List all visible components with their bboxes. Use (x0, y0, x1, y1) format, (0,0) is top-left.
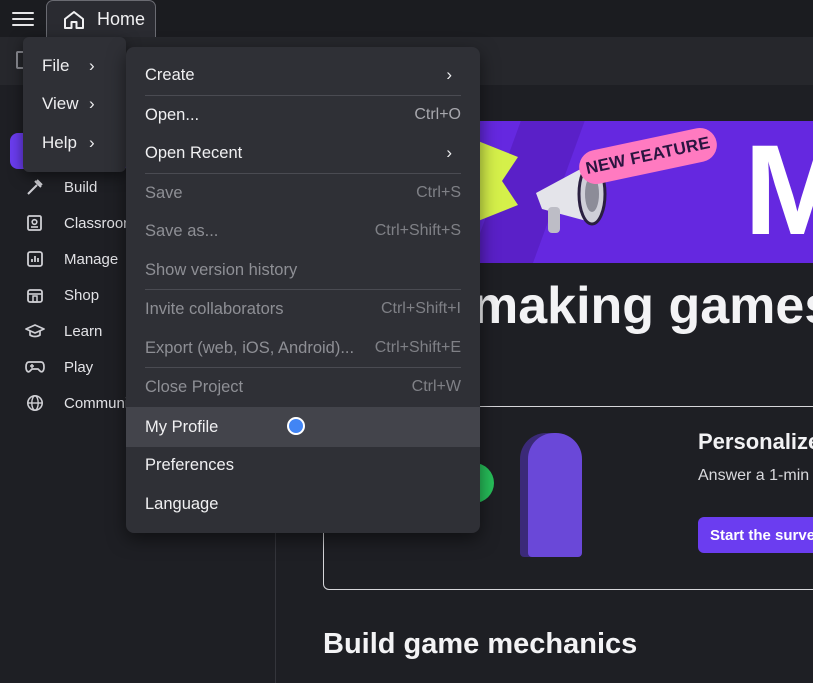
chart-icon (24, 248, 46, 270)
gamepad-icon (24, 356, 46, 378)
menu-item-help[interactable]: Help › (23, 124, 126, 162)
menu-item-label: File (42, 56, 70, 75)
menu-item-create[interactable]: Create › (126, 56, 480, 94)
shortcut-label: Ctrl+O (414, 106, 461, 123)
sidebar-item-play[interactable]: Play (24, 355, 93, 379)
graduation-cap-icon (24, 320, 46, 342)
shortcut-label: Ctrl+S (416, 184, 461, 201)
shortcut-label: Ctrl+Shift+I (380, 300, 461, 317)
classroom-icon (24, 212, 46, 234)
menu-item-label: Open... (145, 105, 200, 124)
menu-item-label: Save as... (145, 221, 219, 240)
menu-item-export[interactable]: Export (web, iOS, Android)... Ctrl+Shift… (126, 329, 480, 367)
sidebar-item-learn[interactable]: Learn (24, 319, 102, 343)
card-description: Answer a 1-min (698, 467, 810, 484)
tab-home-label: Home (97, 9, 146, 29)
shortcut-label: Ctrl+W (411, 378, 461, 395)
sidebar-item-label: Classroom (64, 214, 136, 232)
door-illustration (528, 433, 582, 557)
sidebar-item-label: Build (64, 178, 98, 196)
sidebar-item-build[interactable]: Build (24, 175, 97, 199)
menu-item-my-profile[interactable]: My Profile (126, 407, 480, 447)
menu-item-save-as[interactable]: Save as... Ctrl+Shift+S (126, 212, 480, 250)
chevron-right-icon: › (89, 133, 95, 152)
sidebar-item-community[interactable]: Community (24, 391, 140, 415)
chevron-right-icon: › (446, 65, 452, 84)
menu-item-label: Create (145, 65, 195, 84)
menu-item-view[interactable]: View › (23, 85, 126, 123)
menu-item-file[interactable]: File › (23, 47, 126, 85)
menu-item-label: My Profile (145, 417, 219, 436)
menu-item-label: View (42, 94, 79, 113)
section-heading: Build game mechanics (323, 628, 638, 660)
start-survey-button[interactable]: Start the survey (698, 517, 813, 553)
menu-item-preferences[interactable]: Preferences (126, 446, 480, 484)
menu-item-label: Export (web, iOS, Android)... (145, 338, 355, 357)
globe-icon (24, 392, 46, 414)
menu-item-label: Invite collaborators (145, 299, 284, 318)
menu-item-invite-collaborators[interactable]: Invite collaborators Ctrl+Shift+I (126, 290, 480, 328)
chevron-right-icon: › (446, 143, 452, 162)
menu-item-label: Close Project (145, 377, 244, 396)
sidebar-item-shop[interactable]: Shop (24, 283, 99, 307)
tab-home[interactable]: Home (46, 0, 156, 37)
shortcut-label: Ctrl+Shift+S (374, 222, 461, 239)
sidebar-item-manage[interactable]: Manage (24, 247, 118, 271)
menu-item-open[interactable]: Open... Ctrl+O (126, 96, 480, 134)
hero-heading: making games (472, 277, 813, 335)
menu-item-language[interactable]: Language (126, 485, 480, 523)
new-feature-badge-text: NEW FEATURE (583, 133, 712, 178)
menu-item-open-recent[interactable]: Open Recent › (126, 134, 480, 172)
menu-item-label: Show version history (145, 260, 298, 279)
shortcut-label: Ctrl+Shift+E (374, 339, 461, 356)
banner-letter: M (744, 121, 813, 262)
new-feature-badge: NEW FEATURE (575, 124, 721, 188)
menu-item-save[interactable]: Save Ctrl+S (126, 174, 480, 212)
sidebar-item-label: Manage (64, 250, 119, 268)
menu-item-close-project[interactable]: Close Project Ctrl+W (126, 368, 480, 406)
sidebar-item-classroom[interactable]: Classroom (24, 211, 136, 235)
menu-item-version-history[interactable]: Show version history (126, 251, 480, 289)
menu-item-label: Language (145, 494, 219, 513)
menu-item-label: Preferences (145, 455, 234, 474)
sidebar-item-label: Learn (64, 322, 103, 340)
sidebar-item-label: Play (64, 358, 94, 376)
chevron-right-icon: › (89, 56, 95, 75)
sidebar-item-label: Shop (64, 286, 100, 304)
hammer-icon (24, 176, 46, 198)
home-icon (64, 11, 84, 29)
new-feature-banner[interactable]: NEW FEATURE M (470, 121, 813, 263)
mouse-cursor-indicator (287, 417, 305, 435)
chevron-right-icon: › (89, 94, 95, 113)
file-submenu: Create › Open... Ctrl+O Open Recent › Sa… (126, 47, 480, 533)
card-title: Personalize (698, 429, 813, 454)
menu-item-label: Open Recent (145, 143, 243, 162)
top-bar: Home (0, 0, 813, 37)
main-menu: File › View › Help › (23, 37, 126, 172)
menu-item-label: Help (42, 133, 77, 152)
menu-item-label: Save (145, 183, 183, 202)
shop-icon (24, 284, 46, 306)
hamburger-menu-icon[interactable] (10, 9, 36, 29)
